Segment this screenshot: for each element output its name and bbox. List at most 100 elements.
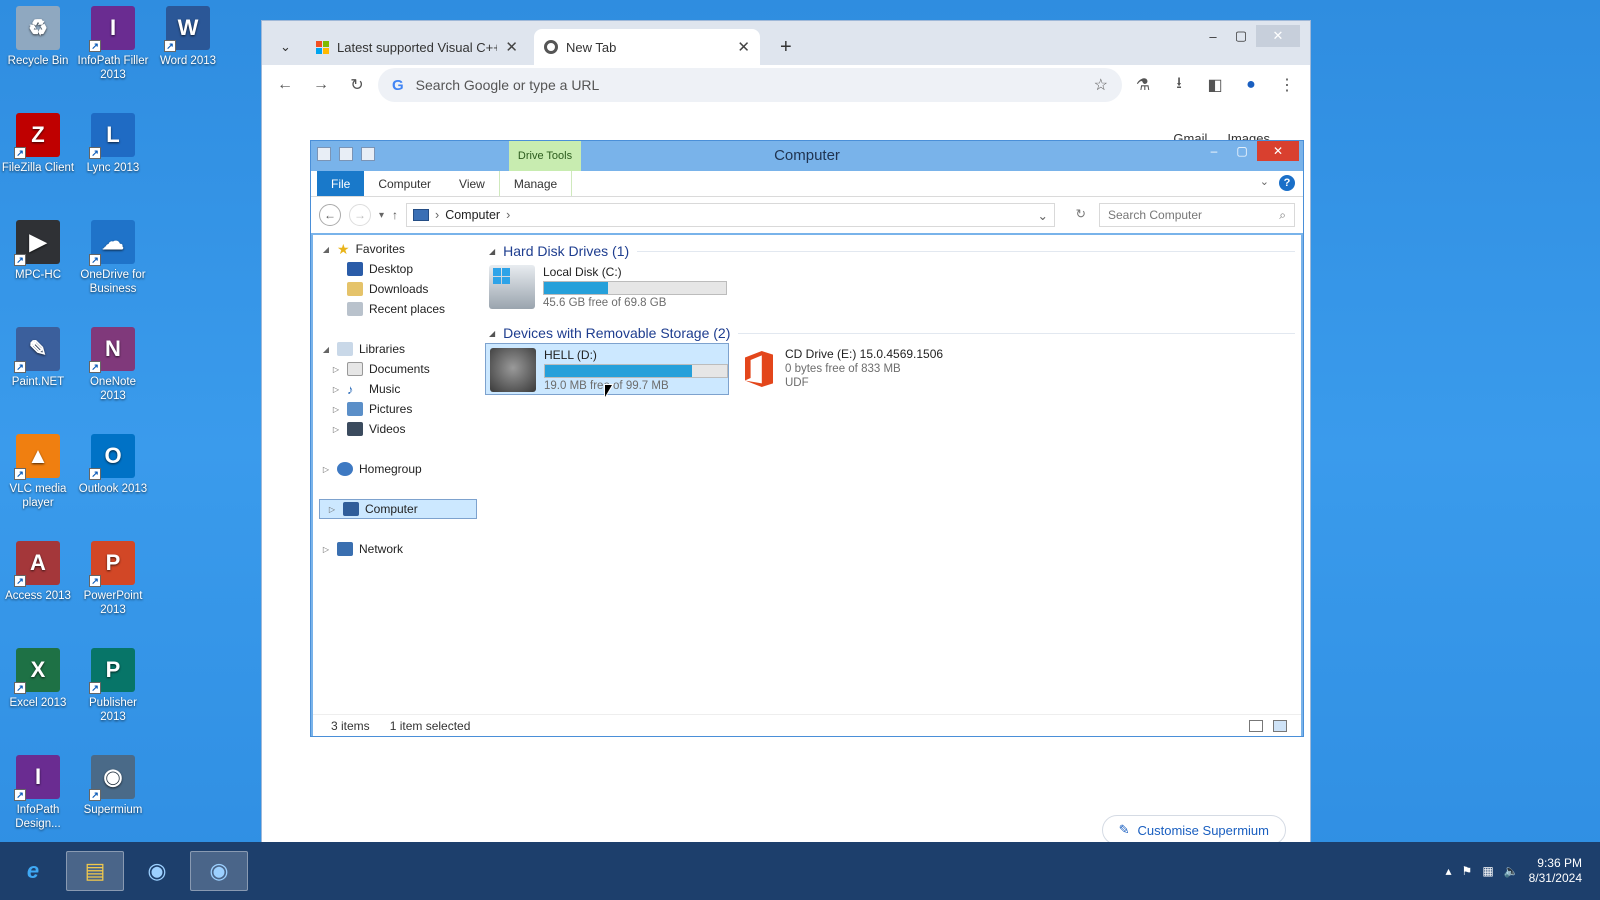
desktop-icon[interactable]: ♻ Recycle Bin: [1, 6, 75, 68]
expand-triangle-icon[interactable]: ▷: [331, 385, 341, 394]
desktop-icon[interactable]: I ↗ InfoPath Filler 2013: [76, 6, 150, 82]
tab-close-icon[interactable]: ✕: [505, 38, 518, 56]
tab-search-button[interactable]: ⌄: [270, 29, 300, 65]
bookmark-star-icon[interactable]: ☆: [1094, 75, 1108, 95]
close-icon[interactable]: ✕: [1257, 141, 1299, 161]
desktop-icon-label: Lync 2013: [86, 162, 140, 174]
refresh-icon[interactable]: ↻: [1076, 206, 1086, 221]
tab-view[interactable]: View: [445, 171, 499, 196]
network-icon[interactable]: ▦: [1482, 864, 1493, 878]
desktop-icon[interactable]: ✎ ↗ Paint.NET: [1, 327, 75, 389]
nav-desktop[interactable]: Desktop: [313, 259, 479, 279]
ribbon-expand-icon[interactable]: ⌄: [1260, 175, 1269, 188]
internet-explorer-icon[interactable]: e: [4, 851, 62, 891]
tab-computer[interactable]: Computer: [364, 171, 445, 196]
omnibox[interactable]: G Search Google or type a URL ☆: [378, 68, 1122, 102]
desktop-icon[interactable]: I ↗ InfoPath Design...: [1, 755, 75, 831]
back-icon[interactable]: ←: [319, 204, 341, 226]
desktop-icon[interactable]: P ↗ PowerPoint 2013: [76, 541, 150, 617]
expand-triangle-icon[interactable]: ▷: [331, 365, 341, 374]
nav-computer[interactable]: ▷ Computer: [319, 499, 477, 519]
forward-icon[interactable]: →: [349, 204, 371, 226]
desktop-icon[interactable]: L ↗ Lync 2013: [76, 113, 150, 175]
tiles-view-icon[interactable]: [1273, 719, 1287, 732]
nav-videos[interactable]: ▷ Videos: [313, 419, 479, 439]
status-bar: 3 items 1 item selected: [313, 714, 1301, 736]
nav-homegroup[interactable]: ▷ Homegroup: [313, 459, 479, 479]
forward-icon[interactable]: →: [306, 70, 336, 100]
nav-libraries[interactable]: ◢ Libraries: [313, 339, 479, 359]
address-bar[interactable]: › Computer › ⌄ ↻: [406, 203, 1086, 227]
desktop-icon[interactable]: ◉ ↗ Supermium: [76, 755, 150, 817]
supermium-icon[interactable]: ◉: [128, 851, 186, 891]
desktop-icon[interactable]: X ↗ Excel 2013: [1, 648, 75, 710]
close-icon[interactable]: ✕: [1256, 25, 1300, 47]
customise-button[interactable]: ✎ Customise Supermium: [1101, 815, 1286, 845]
group-header-hdd[interactable]: ◢ Hard Disk Drives (1): [489, 241, 1301, 261]
desktop-icon[interactable]: ☁ ↗ OneDrive for Business: [76, 220, 150, 296]
desktop-icon[interactable]: W ↗ Word 2013: [151, 6, 225, 68]
recent-locations-icon[interactable]: ▾: [379, 210, 384, 221]
show-hidden-icons-icon[interactable]: ▴: [1446, 864, 1452, 878]
volume-icon[interactable]: 🔈: [1504, 864, 1519, 878]
group-header-removable[interactable]: ◢ Devices with Removable Storage (2): [489, 323, 1301, 343]
drive-c-tile[interactable]: Local Disk (C:) 45.6 GB free of 69.8 GB: [485, 261, 729, 313]
collapse-triangle-icon[interactable]: ◢: [321, 245, 331, 254]
clock[interactable]: 9:36 PM 8/31/2024: [1529, 856, 1582, 886]
paintnet-icon: ✎ ↗: [14, 327, 60, 373]
expand-triangle-icon[interactable]: ▷: [321, 545, 331, 554]
action-center-flag-icon[interactable]: ⚑: [1462, 864, 1473, 878]
address-dropdown-icon[interactable]: ⌄: [1038, 208, 1048, 223]
supermium-active-icon[interactable]: ◉: [190, 851, 248, 891]
expand-triangle-icon[interactable]: ▷: [321, 465, 331, 474]
desktop-icon[interactable]: ▶ ↗ MPC-HC: [1, 220, 75, 282]
up-icon[interactable]: ↑: [392, 208, 398, 222]
nav-documents[interactable]: ▷ Documents: [313, 359, 479, 379]
desktop-icon[interactable]: O ↗ Outlook 2013: [76, 434, 150, 496]
breadcrumb-computer[interactable]: Computer: [445, 208, 500, 222]
labs-flask-icon[interactable]: ⚗: [1128, 70, 1158, 100]
lync-icon: L ↗: [89, 113, 135, 159]
nav-favorites[interactable]: ◢ ★ Favorites: [313, 239, 479, 259]
help-icon[interactable]: ?: [1279, 175, 1295, 191]
file-explorer-icon[interactable]: ▤: [66, 851, 124, 891]
maximize-icon[interactable]: ▢: [1228, 25, 1254, 47]
menu-kebab-icon[interactable]: ⋮: [1272, 70, 1302, 100]
tab-visual-cpp[interactable]: Latest supported Visual C++ R ✕: [306, 29, 528, 65]
expand-triangle-icon[interactable]: ▷: [331, 405, 341, 414]
desktop-icon[interactable]: ▲ ↗ VLC media player: [1, 434, 75, 510]
tab-manage[interactable]: Manage: [498, 171, 573, 196]
collapse-triangle-icon[interactable]: ◢: [321, 345, 331, 354]
desktop-icon[interactable]: A ↗ Access 2013: [1, 541, 75, 603]
breadcrumb-separator-icon[interactable]: ›: [506, 208, 510, 222]
tab-new-tab[interactable]: New Tab ✕: [534, 29, 760, 65]
back-icon[interactable]: ←: [270, 70, 300, 100]
minimize-icon[interactable]: –: [1201, 141, 1227, 161]
search-computer-input[interactable]: Search Computer ⌕: [1099, 203, 1295, 227]
side-panel-icon[interactable]: ◧: [1200, 70, 1230, 100]
profile-avatar-icon[interactable]: ●: [1236, 70, 1266, 100]
tab-close-icon[interactable]: ✕: [737, 38, 750, 56]
nav-downloads[interactable]: Downloads: [313, 279, 479, 299]
details-view-icon[interactable]: [1249, 719, 1263, 732]
new-tab-button[interactable]: +: [770, 29, 800, 65]
nav-music[interactable]: ▷ ♪ Music: [313, 379, 479, 399]
nav-recent-places[interactable]: Recent places: [313, 299, 479, 319]
reload-icon[interactable]: ↻: [342, 70, 372, 100]
drive-name: Local Disk (C:): [543, 265, 622, 279]
maximize-icon[interactable]: ▢: [1229, 141, 1255, 161]
minimize-icon[interactable]: –: [1200, 25, 1226, 47]
desktop-icon[interactable]: P ↗ Publisher 2013: [76, 648, 150, 724]
nav-pictures[interactable]: ▷ Pictures: [313, 399, 479, 419]
computer-icon: [343, 502, 359, 516]
homegroup-icon: [337, 462, 353, 476]
download-icon[interactable]: ⭳: [1164, 70, 1194, 100]
desktop-icon[interactable]: Z ↗ FileZilla Client: [1, 113, 75, 175]
nav-network[interactable]: ▷ Network: [313, 539, 479, 559]
expand-triangle-icon[interactable]: ▷: [331, 425, 341, 434]
desktop-icon[interactable]: N ↗ OneNote 2013: [76, 327, 150, 403]
expand-triangle-icon[interactable]: ▷: [327, 505, 337, 514]
tab-file[interactable]: File: [317, 171, 365, 196]
tab-title: New Tab: [566, 39, 617, 55]
drive-e-tile[interactable]: CD Drive (E:) 15.0.4569.1506 0 bytes fre…: [737, 343, 981, 395]
